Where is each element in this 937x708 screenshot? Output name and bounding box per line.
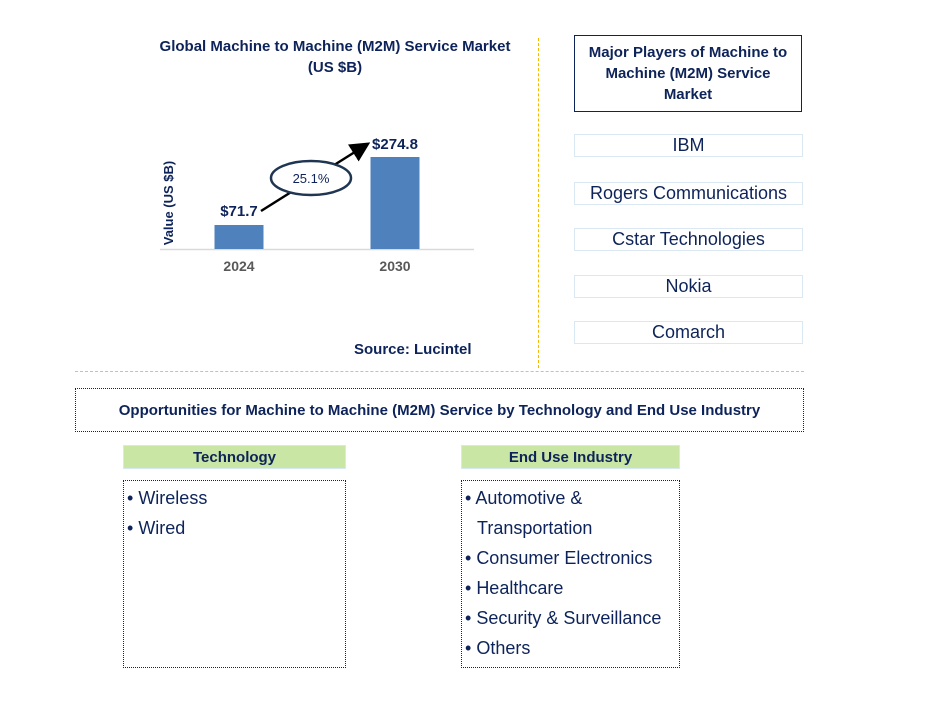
opportunities-banner: Opportunities for Machine to Machine (M2… (75, 388, 804, 432)
data-label: $71.7 (220, 203, 258, 220)
players-title: Major Players of Machine to Machine (M2M… (574, 35, 802, 112)
player-item: Cstar Technologies (574, 228, 803, 251)
horizontal-divider (75, 371, 804, 372)
bar-chart: 2024 $71.7 2030 $274.8 Value (US $B) 25.1% (160, 136, 474, 274)
player-item: IBM (574, 134, 803, 157)
cagr-label: 25.1% (293, 171, 330, 186)
x-tick-label: 2030 (379, 258, 410, 274)
segment-item: Consumer Electronics (465, 543, 679, 573)
segment-list: Automotive & Transportation Consumer Ele… (461, 480, 680, 668)
segment-item: Automotive & Transportation (465, 483, 637, 543)
y-axis-label: Value (US $B) (161, 161, 176, 246)
segment-item: Others (465, 633, 679, 663)
player-item: Comarch (574, 321, 803, 344)
segment-end-use-industry: End Use Industry Automotive & Transporta… (461, 445, 680, 668)
segment-item: Wireless (127, 483, 345, 513)
bar-2024 (214, 224, 264, 249)
segment-item: Healthcare (465, 573, 679, 603)
segment-heading: Technology (123, 445, 346, 469)
data-label: $274.8 (372, 136, 418, 153)
segment-item: Wired (127, 513, 345, 543)
vertical-divider (538, 38, 539, 368)
segment-item: Security & Surveillance (465, 603, 679, 633)
segment-heading: End Use Industry (461, 445, 680, 469)
segment-list: Wireless Wired (123, 480, 346, 668)
source-label: Source: Lucintel (354, 341, 472, 358)
player-item: Rogers Communications (574, 182, 803, 205)
player-item: Nokia (574, 275, 803, 298)
bar-2030 (370, 157, 420, 249)
x-tick-label: 2024 (223, 258, 254, 274)
segment-technology: Technology Wireless Wired (123, 445, 346, 668)
